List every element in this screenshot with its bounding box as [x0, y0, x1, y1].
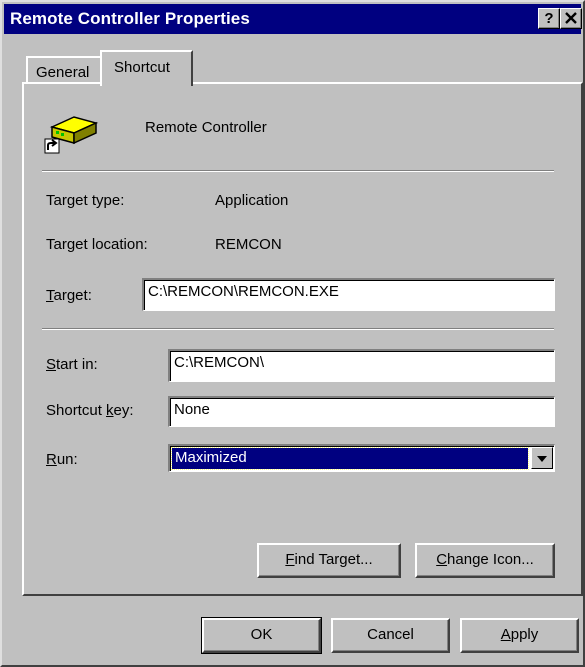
tab-general-label: General [36, 64, 90, 81]
chevron-down-icon[interactable] [531, 447, 553, 469]
title-bar[interactable]: Remote Controller Properties ? [4, 4, 582, 34]
divider [42, 170, 554, 172]
shortcut-name: Remote Controller [145, 119, 267, 136]
target-location-value: REMCON [215, 236, 282, 253]
shortcut-key-label: Shortcut key: [46, 402, 134, 419]
divider [42, 328, 554, 330]
tab-shortcut[interactable]: Shortcut [100, 50, 193, 86]
shortcut-arrow-icon [44, 138, 60, 154]
target-type-value: Application [215, 192, 289, 209]
find-target-button[interactable]: Find Target... [257, 543, 401, 578]
run-select-value: Maximized [171, 447, 529, 470]
run-select[interactable]: Maximized [168, 444, 555, 472]
change-icon-button[interactable]: Change Icon... [415, 543, 555, 578]
target-label: Target: [46, 287, 92, 304]
window-title: Remote Controller Properties [10, 9, 250, 28]
run-label: Run: [46, 451, 78, 468]
target-input[interactable]: C:\REMCON\REMCON.EXE [142, 278, 555, 311]
target-type-label: Target type: [46, 192, 125, 209]
remote-controller-icon [44, 116, 99, 154]
start-in-label: Start in: [46, 356, 98, 373]
help-button[interactable]: ? [538, 8, 560, 29]
start-in-input[interactable]: C:\REMCON\ [168, 349, 555, 382]
shortcut-key-input[interactable]: None [168, 396, 555, 427]
apply-button[interactable]: Apply [460, 618, 579, 653]
tab-shortcut-label: Shortcut [114, 59, 170, 76]
help-icon: ? [544, 10, 554, 27]
ok-button[interactable]: OK [201, 617, 322, 654]
cancel-button[interactable]: Cancel [331, 618, 450, 653]
target-location-label: Target location: [46, 236, 148, 253]
shortcut-tab-panel [22, 82, 583, 596]
tab-general[interactable]: General [26, 56, 102, 84]
close-icon [565, 12, 577, 24]
close-button[interactable] [560, 8, 582, 29]
